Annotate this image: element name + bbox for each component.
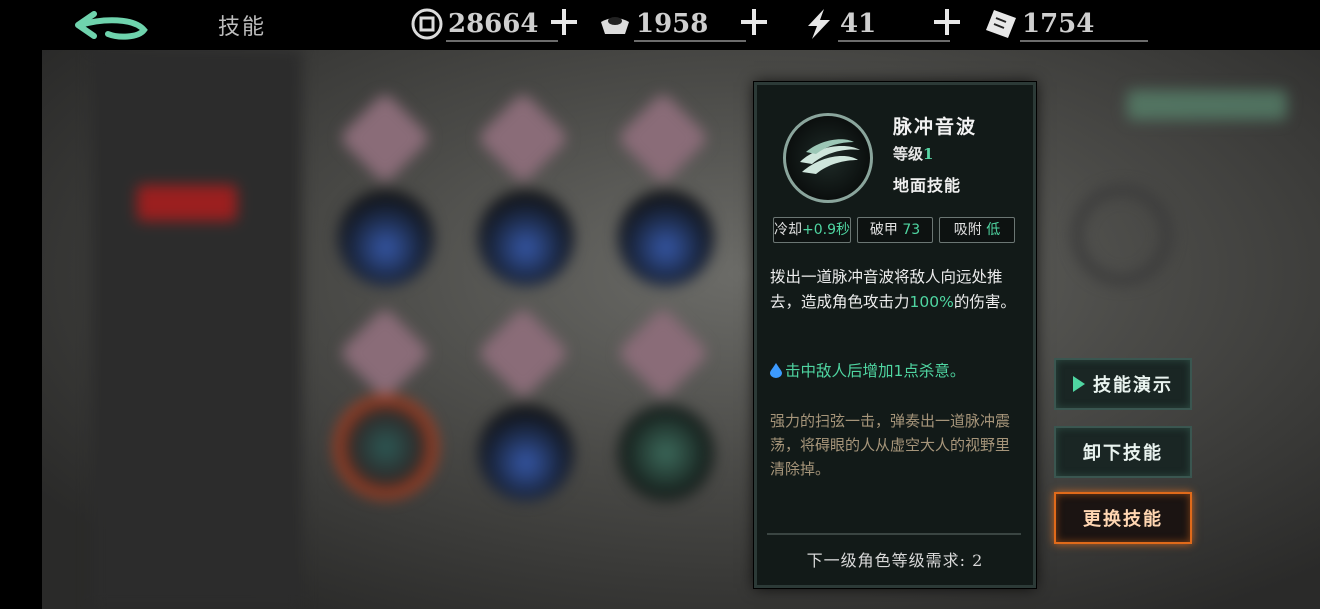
top-bar: 技能 28664 1958 41 1754 [0,0,1320,50]
skill-node[interactable] [616,91,710,185]
play-icon [1073,376,1085,392]
add-energy-button[interactable] [934,9,960,35]
coin-value: 28664 [448,9,539,39]
skill-slot-selected[interactable] [334,395,438,499]
skill-node[interactable] [616,306,710,400]
replace-skill-button[interactable]: 更换技能 [1054,492,1192,544]
ingot-icon [601,17,629,34]
skill-node[interactable] [338,91,432,185]
add-ingot-button[interactable] [741,9,767,35]
stat-armor-break: 破甲 73 [857,217,933,243]
next-level-requirement: 下一级角色等级需求: 2 [806,551,984,570]
skill-effect: 击中敌人后增加1点杀意。 [770,359,1024,381]
resource-ticket: 1754 [984,6,1154,42]
energy-icon [808,9,830,39]
skill-lore: 强力的扫弦一击，弹奏出一道脉冲震荡，将碍眼的人从虚空大人的视野里清除掉。 [770,412,1011,478]
blurred-tab [137,185,237,221]
coin-icon [411,8,443,40]
skill-node[interactable] [476,306,570,400]
droplet-icon [770,363,782,378]
add-coin-button[interactable] [551,9,577,35]
skill-slot[interactable] [478,405,574,501]
skill-slot[interactable] [618,190,714,286]
energy-value: 41 [840,9,877,39]
ticket-icon [986,10,1016,38]
skill-level: 等级1 [893,145,934,163]
skill-info-panel: 脉冲音波 等级1 地面技能 冷却+0.9秒 破甲 73 吸附 低 拨出一道脉冲音… [754,82,1036,588]
skill-name: 脉冲音波 [893,116,978,138]
skill-node[interactable] [476,91,570,185]
ticket-value: 1754 [1022,9,1095,39]
resource-energy: 41 [802,6,952,42]
divider [767,533,1021,535]
unequip-skill-button[interactable]: 卸下技能 [1054,426,1192,478]
sound-wave-icon [783,113,873,203]
locked-slot [1072,185,1172,285]
skill-slot[interactable] [478,190,574,286]
stat-cooldown: 冷却+0.9秒 [773,217,851,243]
page-title: 技能 [218,15,267,40]
resource-coin: 28664 [410,6,560,42]
back-arrow-icon[interactable] [74,6,150,44]
skill-description: 拨出一道脉冲音波将敌人向远处推去，造成角色攻击力100%的伤害。 [770,268,1016,311]
ingot-value: 1958 [636,9,709,39]
skill-node[interactable] [338,306,432,400]
resource-ingot: 1958 [598,6,748,42]
skill-type: 地面技能 [893,176,962,195]
skill-slot[interactable] [618,405,714,501]
skill-demo-button[interactable]: 技能演示 [1054,358,1192,410]
stat-absorb: 吸附 低 [939,217,1015,243]
skill-slot[interactable] [338,190,434,286]
